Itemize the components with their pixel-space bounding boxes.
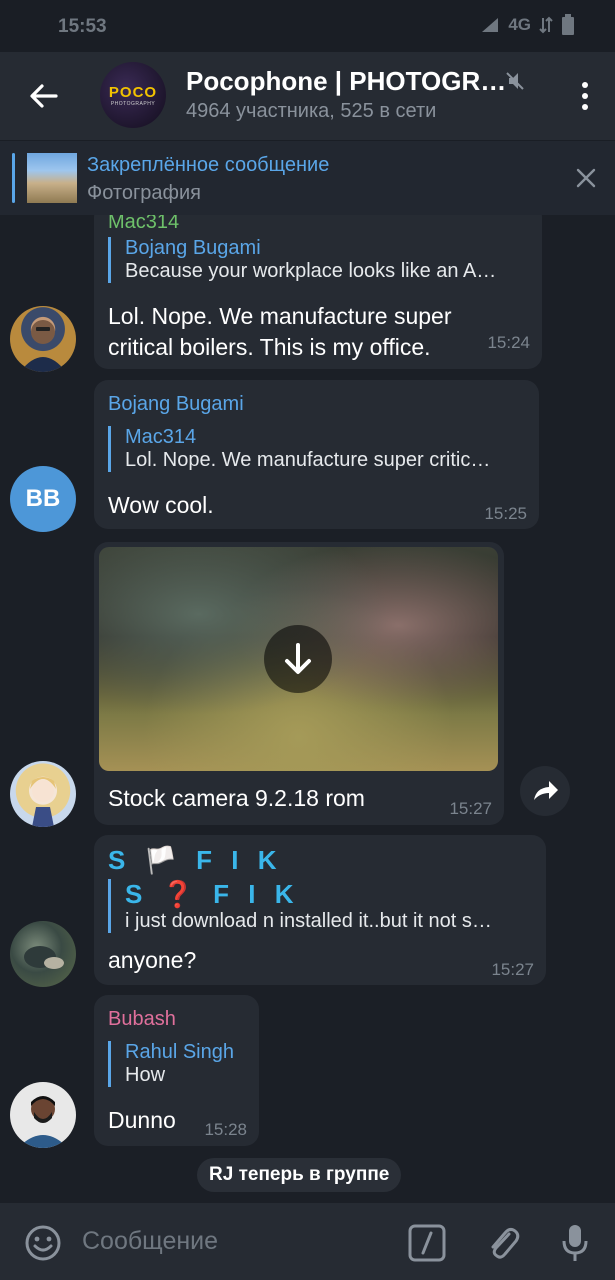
- avatar[interactable]: [10, 306, 76, 372]
- chat-subtitle: 4964 участника, 525 в сети: [186, 100, 437, 122]
- microphone-icon[interactable]: [560, 1222, 590, 1264]
- reply-preview[interactable]: Bojang Bugami Because your workplace loo…: [108, 237, 528, 283]
- message-time: 15:27: [491, 960, 534, 979]
- message-text: anyone?: [108, 947, 197, 973]
- avatar-initials: BB: [25, 485, 61, 512]
- pinned-accent-bar: [12, 153, 15, 203]
- message-text: Dunno: [108, 1107, 176, 1133]
- avatar[interactable]: [10, 1082, 76, 1148]
- photo-caption: Stock camera 9.2.18 rom: [108, 785, 365, 811]
- pinned-title: Закреплённое сообщение: [87, 154, 330, 176]
- group-avatar-logo: POCO: [108, 83, 158, 101]
- more-menu-icon[interactable]: [581, 82, 589, 110]
- message-text-line: critical boilers. This is my office.: [108, 334, 431, 360]
- avatar[interactable]: [10, 761, 76, 827]
- avatar[interactable]: BB: [10, 466, 76, 532]
- reply-author: S ❓ F I K: [125, 879, 300, 909]
- message-bubble[interactable]: Mac314 Bojang Bugami Because your workpl…: [94, 215, 542, 369]
- person-icon: [20, 320, 66, 372]
- message-time: 15:24: [487, 333, 530, 352]
- reply-text: How: [125, 1064, 166, 1086]
- message-text: Wow cool.: [108, 492, 214, 518]
- reply-author: Bojang Bugami: [125, 237, 261, 259]
- reply-author: Mac314: [125, 426, 197, 448]
- chat-title[interactable]: Pocophone | PHOTOGR…: [186, 66, 506, 97]
- reply-preview[interactable]: S ❓ F I K i just download n installed it…: [108, 879, 534, 933]
- animal-avatar-icon: [24, 946, 64, 969]
- back-arrow-icon[interactable]: [26, 78, 62, 114]
- status-icons: 4G: [480, 14, 575, 36]
- pinned-subtitle: Фотография: [87, 182, 201, 204]
- reply-text: Because your workplace looks like an A…: [125, 260, 497, 282]
- chat-header: POCO PHOTOGRAPHY Pocophone | PHOTOGR… 49…: [0, 52, 615, 140]
- group-avatar-logo-sub: PHOTOGRAPHY: [110, 100, 156, 107]
- message-input-bar: Сообщение: [0, 1203, 615, 1280]
- person-icon: [18, 1096, 68, 1148]
- message-time: 15:28: [204, 1120, 247, 1139]
- network-label: 4G: [508, 15, 531, 34]
- status-time: 15:53: [58, 16, 107, 37]
- message-time: 15:25: [484, 504, 527, 523]
- message-text: Lol. Nope. We manufacture super critical…: [108, 301, 451, 363]
- message-time: 15:27: [449, 799, 492, 818]
- reply-text: i just download n installed it..but it n…: [125, 910, 492, 932]
- reply-preview[interactable]: Rahul Singh How: [108, 1041, 248, 1087]
- photo-message[interactable]: Stock camera 9.2.18 rom 15:27: [94, 542, 504, 825]
- message-bubble[interactable]: Bubash Rahul Singh How Dunno 15:28: [94, 995, 259, 1146]
- message-bubble[interactable]: S 🏳️ F I K S ❓ F I K i just download n i…: [94, 835, 546, 985]
- download-arrow-icon: [285, 643, 311, 674]
- emoji-icon[interactable]: [24, 1224, 62, 1262]
- sender-name[interactable]: S 🏳️ F I K: [108, 845, 283, 876]
- reply-author: Rahul Singh: [125, 1041, 234, 1063]
- message-input[interactable]: Сообщение: [82, 1227, 218, 1256]
- forward-button[interactable]: [520, 766, 570, 816]
- bot-commands-icon[interactable]: [408, 1224, 446, 1262]
- sender-name[interactable]: Bubash: [108, 1008, 176, 1031]
- photo-preview[interactable]: [99, 547, 498, 771]
- pinned-message[interactable]: Закреплённое сообщение Фотография: [0, 140, 615, 215]
- signal-icon: [482, 18, 499, 32]
- status-bar: 15:53 4G: [0, 0, 615, 52]
- share-arrow-icon: [534, 781, 558, 800]
- muted-icon: [506, 72, 524, 90]
- pinned-thumbnail: [27, 153, 77, 203]
- data-arrows-icon: [539, 16, 553, 34]
- reply-text: Lol. Nope. We manufacture super critic…: [125, 449, 491, 471]
- message-bubble[interactable]: Bojang Bugami Mac314 Lol. Nope. We manuf…: [94, 380, 539, 529]
- anime-avatar-icon: [30, 777, 56, 827]
- message-list[interactable]: Mac314 Bojang Bugami Because your workpl…: [0, 215, 615, 1203]
- message-text-line: Lol. Nope. We manufacture super: [108, 303, 452, 329]
- close-icon[interactable]: [575, 167, 597, 189]
- sender-name[interactable]: Bojang Bugami: [108, 393, 244, 416]
- group-avatar[interactable]: POCO PHOTOGRAPHY: [100, 62, 166, 128]
- service-message: RJ теперь в группе: [197, 1158, 402, 1192]
- sender-name[interactable]: Mac314: [108, 215, 179, 234]
- attach-icon[interactable]: [482, 1222, 522, 1262]
- download-button[interactable]: [264, 625, 332, 693]
- reply-preview[interactable]: Mac314 Lol. Nope. We manufacture super c…: [108, 426, 528, 472]
- battery-icon: [562, 14, 574, 35]
- avatar[interactable]: [10, 921, 76, 987]
